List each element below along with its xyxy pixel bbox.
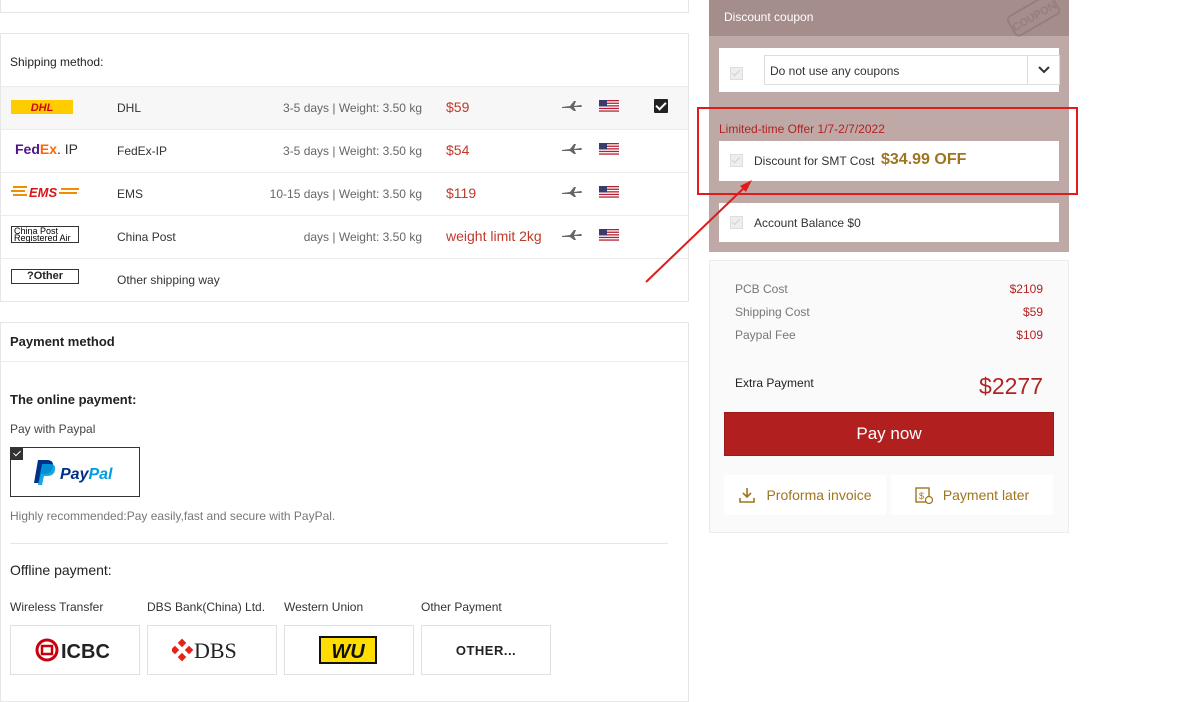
payment-header-divider [1,361,688,362]
western-union-logo: WU [319,636,377,664]
pcb-cost-value: $2109 [1009,282,1043,296]
shipping-days: 10-15 days | Weight: 3.50 kg [269,187,422,201]
shipping-price: $119 [446,185,477,201]
proforma-invoice-label: Proforma invoice [766,487,872,503]
shipping-name: DHL [117,101,142,115]
shipping-row-dhl[interactable]: DHL DHL 3-5 days | Weight: 3.50 kg $59 [1,86,688,129]
shipping-cost-label: Shipping Cost [735,305,810,319]
icbc-logo-text: ICBC [61,641,110,663]
shipping-row-ems[interactable]: EMS EMS 10-15 days | Weight: 3.50 kg $11… [1,172,688,215]
shipping-name: China Post [117,230,176,244]
extra-payment-value: $2277 [979,373,1043,399]
pay-now-button[interactable]: Pay now [724,412,1054,456]
online-payment-heading: The online payment: [10,392,137,407]
dhl-logo: DHL [11,97,79,117]
shipping-name: Other shipping way [117,273,220,287]
shipping-title: Shipping method: [10,55,104,69]
dbs-logo: DBS [172,638,237,663]
proforma-invoice-button[interactable]: Proforma invoice [724,475,886,515]
shipping-cost-value: $59 [1022,305,1043,319]
shipping-row-other[interactable]: ?Other Other shipping way [1,258,688,301]
dbs-logo-text: DBS [194,638,237,663]
offline-label-wu: Western Union [284,600,364,614]
svg-text:$: $ [919,491,924,501]
paypal-checkbox-checked[interactable] [11,448,23,460]
offline-label-wire: Wireless Transfer [10,600,104,614]
shipping-price: $59 [446,99,470,115]
plane-icon [562,144,582,154]
fedex-logo-text: FedEx. IP [15,141,78,157]
offline-payment-heading: Offline payment: [10,562,112,578]
pcb-cost-label: PCB Cost [735,282,788,296]
paypal-fee-value: $109 [1016,328,1043,342]
payment-later-button[interactable]: $ Payment later [891,475,1053,515]
chevron-down-icon[interactable] [1027,56,1059,84]
other-payment-option[interactable]: OTHER... [421,625,551,675]
account-balance-row: Account Balance $0 [719,203,1059,242]
coupon-header: Discount coupon COUPON [709,0,1069,37]
account-balance-label: Account Balance $0 [754,216,861,230]
download-icon [739,488,756,503]
paypal-logo: PayPal [34,460,113,485]
wu-logo-text: WU [331,641,365,663]
payment-title: Payment method [10,334,115,349]
shipping-price: $54 [446,142,470,158]
other-payment-logo-text: OTHER... [455,642,517,658]
shipping-name: EMS [117,187,144,201]
coupon-checkbox[interactable] [730,67,743,80]
shipping-days: days | Weight: 3.50 kg [303,230,422,244]
ems-logo-text: EMS [29,185,58,200]
plane-icon [562,187,582,197]
china-post-logo: China Post Registered Air [11,226,79,243]
offline-label-other: Other Payment [421,600,502,614]
icbc-logo: ICBC [35,638,110,663]
us-flag-icon [599,229,619,241]
plane-icon [562,101,582,111]
coupon-stamp-icon: COUPON [1006,0,1061,37]
shipping-row-china-post[interactable]: China Post Registered Air China Post day… [1,215,688,258]
pay-now-label: Pay now [856,424,922,443]
top-section [0,0,689,13]
us-flag-icon [599,186,619,198]
paypal-option[interactable]: PayPal [10,447,140,497]
dbs-option[interactable]: DBS [147,625,277,675]
us-flag-icon [599,100,619,112]
shipping-days: 3-5 days | Weight: 3.50 kg [283,144,422,158]
coupon-header-title: Discount coupon [724,10,814,24]
paypal-fee-label: Paypal Fee [735,328,796,342]
offline-label-dbs: DBS Bank(China) Ltd. [147,600,266,614]
coupon-select[interactable]: Do not use any coupons [764,55,1060,85]
coupon-select-row: Do not use any coupons [719,48,1060,92]
shipping-name: FedEx-IP [117,144,168,158]
shipping-days: 3-5 days | Weight: 3.50 kg [283,101,422,115]
us-flag-icon [599,143,619,155]
icbc-option[interactable]: ICBC [10,625,140,675]
order-summary: PCB Cost $2109 Shipping Cost $59 Paypal … [709,260,1069,533]
shipping-price: weight limit 2kg [446,228,542,244]
fedex-logo: FedEx. IP [11,140,79,160]
coupon-select-value: Do not use any coupons [770,64,900,78]
western-union-option[interactable]: WU [284,625,414,675]
ems-logo: EMS [11,183,79,203]
payment-later-label: Payment later [942,487,1030,503]
pay-with-paypal-label: Pay with Paypal [10,422,96,436]
plane-icon [562,230,582,240]
paypal-recommend-text: Highly recommended:Pay easily,fast and s… [10,509,336,523]
payment-later-icon: $ [915,487,933,504]
china-post-logo-text: China Post Registered Air [14,226,71,243]
shipping-checkbox-checked[interactable] [654,99,668,113]
other-logo: ?Other [11,269,79,284]
divider [10,543,668,544]
shipping-row-fedex[interactable]: FedEx. IP FedEx-IP 3-5 days | Weight: 3.… [1,129,688,172]
extra-payment-label: Extra Payment [735,376,814,390]
paypal-logo-text: PayPal [60,466,113,483]
other-logo-text: ?Other [26,270,64,282]
dhl-logo-text: DHL [31,102,54,114]
